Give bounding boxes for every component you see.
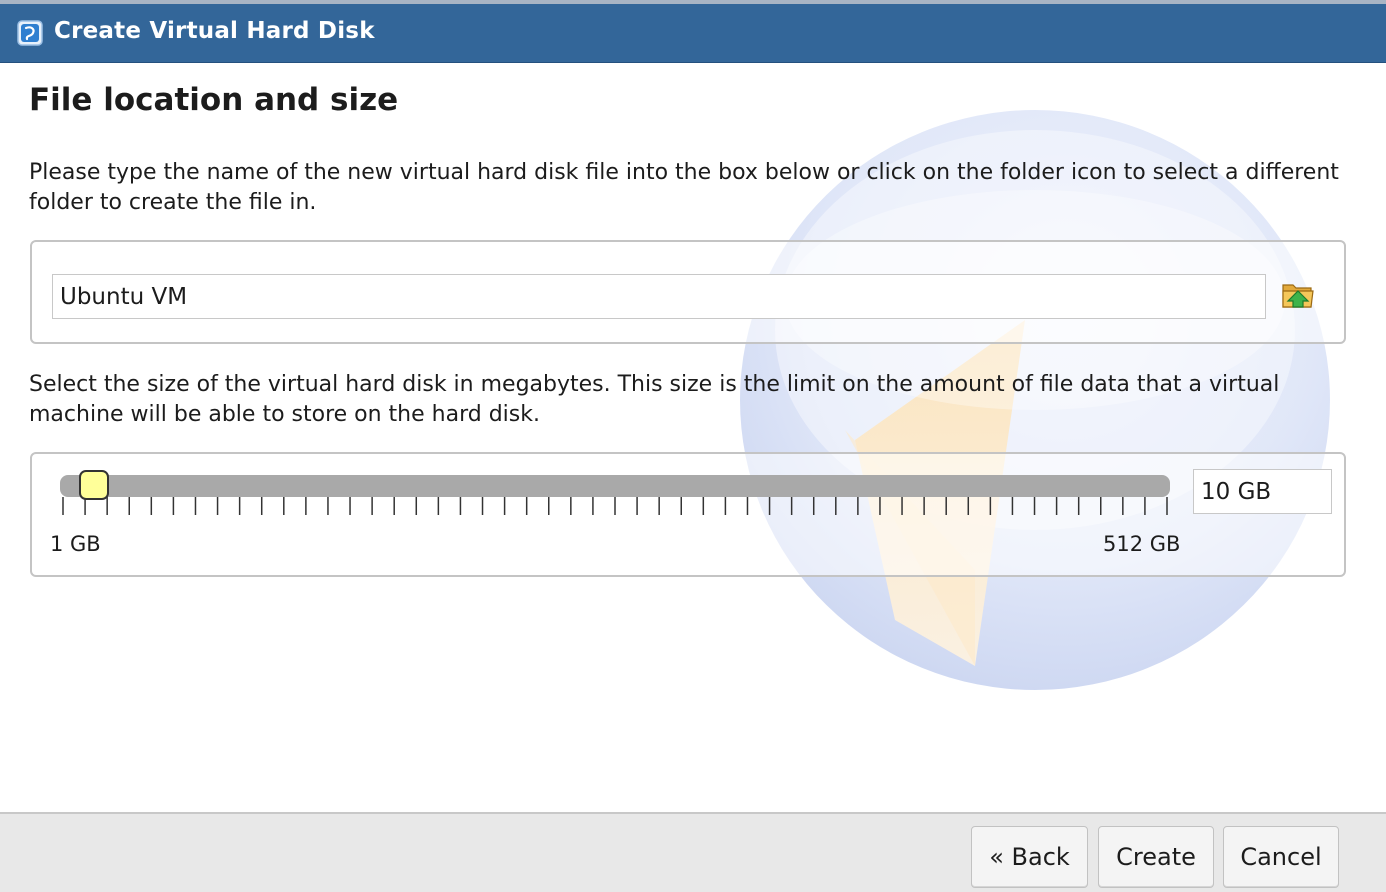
size-slider-thumb[interactable] (79, 470, 110, 500)
file-name-input[interactable] (52, 274, 1266, 319)
cancel-button[interactable]: Cancel (1223, 826, 1339, 888)
virtualbox-icon (17, 20, 43, 46)
page-title: File location and size (29, 82, 399, 118)
create-virtual-hard-disk-dialog: Create Virtual Hard Disk File location a… (0, 0, 1386, 892)
file-location-group (30, 240, 1346, 344)
title-bar: Create Virtual Hard Disk (0, 0, 1386, 63)
window-title: Create Virtual Hard Disk (54, 18, 375, 44)
create-button[interactable]: Create (1098, 826, 1214, 888)
size-description: Select the size of the virtual hard disk… (29, 372, 1280, 427)
back-button[interactable]: « Back (971, 826, 1088, 888)
file-size-group: 1 GB 512 GB (30, 452, 1346, 577)
size-max-label: 512 GB (1103, 532, 1181, 556)
size-slider-track[interactable] (60, 475, 1170, 497)
folder-open-icon[interactable] (1280, 276, 1316, 312)
location-description: Please type the name of the new virtual … (29, 160, 1339, 215)
button-bar: « Back Create Cancel (0, 812, 1386, 892)
size-slider-ticks (62, 497, 1168, 515)
size-min-label: 1 GB (50, 532, 101, 556)
size-input[interactable] (1193, 469, 1332, 514)
